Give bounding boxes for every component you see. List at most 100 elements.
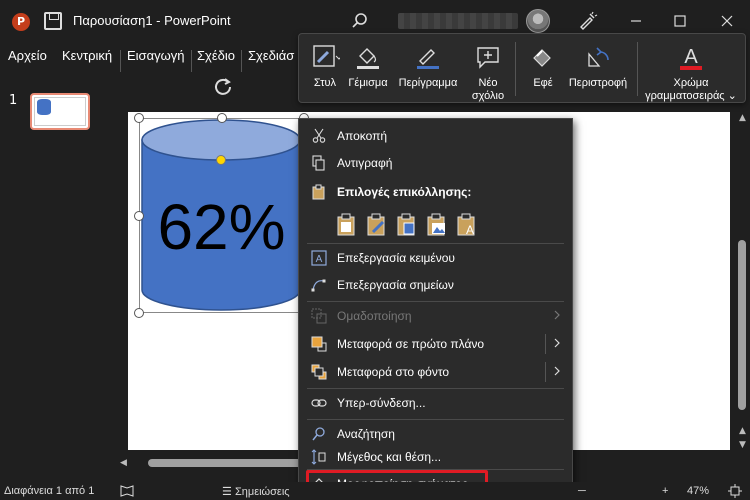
outline-pen-icon bbox=[417, 49, 439, 69]
zoom-slider[interactable]: ─ bbox=[578, 485, 586, 497]
minimize-icon[interactable] bbox=[625, 10, 647, 32]
chevron-right-icon[interactable] bbox=[552, 364, 562, 378]
menu-item-label: Υπερ-σύνδεση... bbox=[337, 396, 426, 410]
toolbar-divider bbox=[637, 42, 638, 96]
menu-item-label: Επεξεργασία κειμένου bbox=[337, 251, 455, 265]
scroll-next-slide-icon[interactable]: ▼ bbox=[739, 440, 746, 450]
mini-toolbar: Στυλ Γέμισμα Περίγραμμα Νέο σχόλιο Εφέ Πε… bbox=[298, 33, 746, 103]
menu-item-label: Επεξεργασία σημείων bbox=[337, 278, 454, 292]
chevron-down-icon: ⌄ bbox=[727, 90, 737, 102]
notes-label: Σημειώσεις bbox=[234, 486, 290, 498]
scroll-left-icon[interactable]: ◀ bbox=[120, 458, 127, 468]
vertical-scroll-thumb[interactable] bbox=[738, 240, 746, 410]
rotate-handle-icon[interactable] bbox=[212, 75, 234, 97]
clipboard-icon bbox=[312, 184, 325, 200]
zoom-level[interactable]: 47% bbox=[687, 485, 709, 497]
effects-button[interactable]: Εφέ bbox=[521, 34, 565, 104]
window-title: Παρουσίαση1 - PowerPoint bbox=[73, 13, 231, 28]
slide-counter: Διαφάνεια 1 από 1 bbox=[4, 485, 95, 497]
context-menu: Αποκοπή Αντιγραφή Επιλογές επικόλλησης: … bbox=[298, 118, 573, 500]
menu-item-group[interactable]: Ομαδοποίηση bbox=[299, 303, 572, 329]
close-icon[interactable] bbox=[716, 10, 738, 32]
menu-item-paste-options: Επιλογές επικόλλησης: bbox=[299, 179, 572, 205]
accessibility-icon[interactable] bbox=[120, 484, 134, 497]
selection-frame bbox=[139, 118, 304, 313]
rotate-label: Περιστροφή bbox=[568, 77, 628, 89]
font-color-button[interactable]: A Χρώμα γραμματοσειράς ⌄ bbox=[641, 34, 741, 104]
tab-divider bbox=[241, 50, 242, 72]
notes-icon: ☰ bbox=[222, 486, 232, 498]
scroll-prev-slide-icon[interactable]: ▲ bbox=[739, 426, 746, 436]
svg-text:A: A bbox=[684, 46, 698, 68]
notes-button[interactable]: ☰ Σημειώσεις bbox=[222, 485, 290, 498]
chevron-right-icon[interactable] bbox=[552, 336, 562, 350]
tab-design[interactable]: Σχέδιο bbox=[197, 48, 235, 63]
search-icon bbox=[312, 427, 325, 441]
style-label: Στυλ bbox=[313, 77, 337, 89]
tab-home[interactable]: Κεντρική bbox=[62, 48, 112, 63]
tab-divider bbox=[120, 50, 121, 72]
style-button[interactable]: Στυλ bbox=[307, 34, 343, 104]
font-color-label-line1: Χρώμα bbox=[673, 77, 709, 89]
chevron-right-icon bbox=[554, 310, 560, 320]
menu-item-edit-text[interactable]: A Επεξεργασία κειμένου bbox=[299, 245, 572, 271]
paste-use-destination-theme-icon[interactable] bbox=[335, 212, 357, 238]
menu-item-label: Επιλογές επικόλλησης: bbox=[337, 185, 472, 199]
slides-panel bbox=[0, 82, 112, 482]
tab-file[interactable]: Αρχείο bbox=[8, 48, 47, 63]
slide-thumbnail[interactable] bbox=[30, 93, 90, 130]
font-color-icon: A bbox=[680, 46, 702, 70]
scissors-icon bbox=[312, 128, 326, 143]
send-to-back-icon bbox=[311, 364, 327, 380]
horizontal-scroll-thumb[interactable] bbox=[148, 459, 308, 467]
fit-to-window-icon[interactable] bbox=[728, 484, 742, 498]
slide-number: 1 bbox=[9, 93, 18, 108]
new-comment-icon bbox=[477, 47, 499, 69]
maximize-icon[interactable] bbox=[669, 10, 691, 32]
avatar[interactable] bbox=[526, 9, 550, 33]
link-icon bbox=[311, 399, 327, 407]
menu-divider bbox=[307, 301, 564, 302]
status-bar: Διαφάνεια 1 από 1 ☰ Σημειώσεις ─ + 47% bbox=[0, 482, 750, 500]
resize-handle-w[interactable] bbox=[134, 211, 144, 221]
tab-transitions[interactable]: Σχεδιάσ bbox=[248, 48, 294, 63]
resize-handle-sw[interactable] bbox=[134, 308, 144, 318]
rotate-button[interactable]: Περιστροφή bbox=[563, 34, 633, 104]
new-comment-label: Νέο σχόλιο bbox=[465, 77, 511, 103]
save-icon[interactable] bbox=[44, 12, 62, 30]
tab-insert[interactable]: Εισαγωγή bbox=[127, 48, 184, 63]
submenu-divider bbox=[545, 362, 546, 382]
outline-button[interactable]: Περίγραμμα bbox=[395, 34, 461, 104]
menu-divider bbox=[307, 419, 564, 420]
new-comment-label-line1: Νέο bbox=[478, 77, 498, 89]
edit-text-icon: A bbox=[311, 250, 327, 266]
menu-item-cut[interactable]: Αποκοπή bbox=[299, 123, 572, 149]
menu-divider bbox=[307, 388, 564, 389]
resize-handle-n[interactable] bbox=[217, 113, 227, 123]
menu-item-send-to-back[interactable]: Μεταφορά στο φόντο bbox=[299, 359, 572, 385]
menu-divider bbox=[307, 243, 564, 244]
new-comment-button[interactable]: Νέο σχόλιο bbox=[465, 34, 511, 104]
toolbar-divider bbox=[515, 42, 516, 96]
paste-keep-source-formatting-icon[interactable] bbox=[365, 212, 387, 238]
zoom-in-icon[interactable]: + bbox=[662, 485, 668, 497]
effects-icon bbox=[533, 49, 551, 67]
adjust-handle[interactable] bbox=[216, 155, 226, 165]
fill-button[interactable]: Γέμισμα bbox=[345, 34, 391, 104]
menu-item-size-position[interactable]: Μέγεθος και θέση... bbox=[299, 444, 572, 470]
search-icon[interactable] bbox=[349, 10, 371, 32]
menu-item-label: Μεταφορά στο φόντο bbox=[337, 365, 450, 379]
menu-item-edit-points[interactable]: Επεξεργασία σημείων bbox=[299, 272, 572, 298]
pen-icon[interactable] bbox=[576, 10, 598, 32]
paste-embed-icon[interactable] bbox=[395, 212, 417, 238]
account-name-blurred[interactable] bbox=[398, 13, 518, 29]
menu-item-bring-to-front[interactable]: Μεταφορά σε πρώτο πλάνο bbox=[299, 331, 572, 357]
menu-item-copy[interactable]: Αντιγραφή bbox=[299, 150, 572, 176]
rotate-icon bbox=[588, 47, 609, 67]
menu-item-hyperlink[interactable]: Υπερ-σύνδεση... bbox=[299, 390, 572, 416]
scroll-up-icon[interactable]: ▲ bbox=[739, 113, 746, 123]
paste-text-only-icon[interactable]: A bbox=[455, 212, 477, 238]
edit-points-icon bbox=[311, 279, 326, 292]
paste-picture-icon[interactable] bbox=[425, 212, 447, 238]
resize-handle-nw[interactable] bbox=[134, 113, 144, 123]
